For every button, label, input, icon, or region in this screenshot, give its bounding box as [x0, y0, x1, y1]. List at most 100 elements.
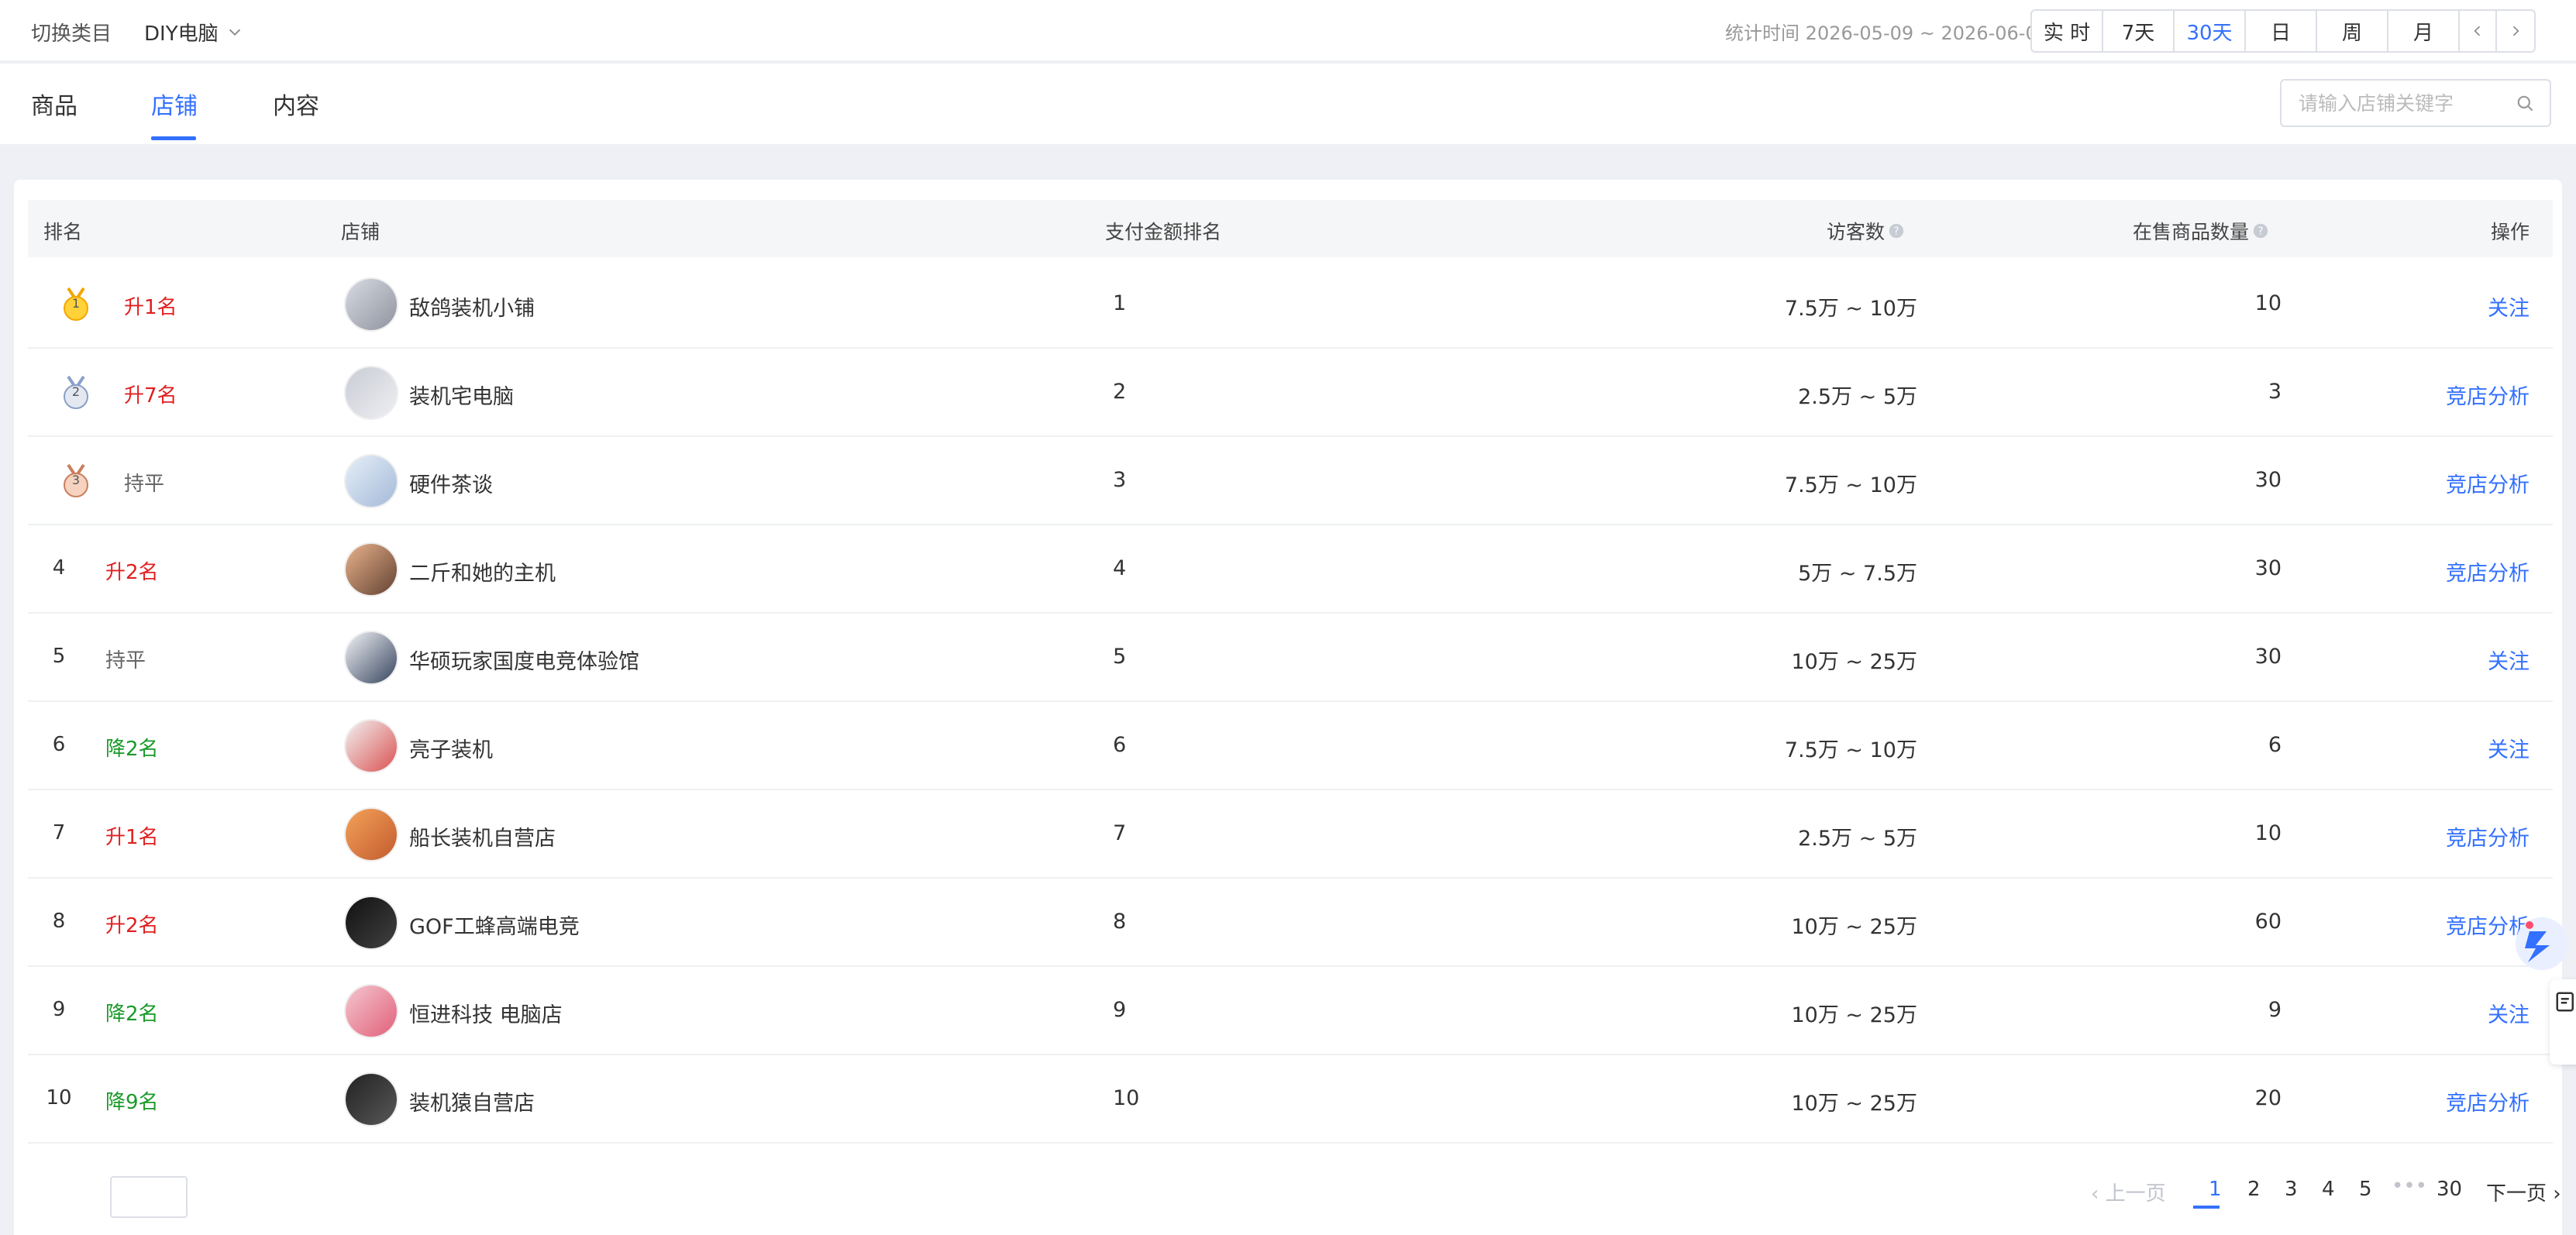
shop-avatar[interactable] — [344, 542, 398, 597]
row-action-link[interactable]: 竞店分析 — [2446, 380, 2530, 410]
shop-name[interactable]: 恒进科技 电脑店 — [409, 998, 563, 1028]
next-page-button[interactable]: 下一页 › — [2486, 1178, 2561, 1206]
chevron-right-icon — [2512, 26, 2519, 36]
header-action: 操作 — [2490, 221, 2530, 243]
table-row: 1 升1名 敌鸽装机小铺 1 7.5万 ~ 10万 10 关注 — [28, 260, 2553, 349]
help-icon[interactable]: ? — [2252, 222, 2269, 239]
shop-avatar[interactable] — [344, 366, 398, 420]
row-action-link[interactable]: 关注 — [2488, 291, 2530, 322]
header-rank: 排名 — [43, 221, 83, 243]
shop-search-input[interactable] — [2299, 88, 2500, 118]
goods-count: 6 — [2268, 733, 2282, 757]
next-period-button[interactable] — [2497, 11, 2534, 51]
goods-count: 30 — [2254, 556, 2282, 580]
pay-rank: 10 — [1113, 1086, 1140, 1110]
table-header: 排名 店铺 支付金额排名 访客数 ? 在售商品数量 ? 操作 — [28, 200, 2553, 257]
range-30d-button[interactable]: 30天 — [2175, 11, 2246, 51]
visitor-count: 10万 ~ 25万 — [1791, 915, 1917, 939]
header-visitors-label: 访客数 — [1826, 221, 1885, 243]
rank-change: 降2名 — [105, 738, 159, 761]
page-1[interactable]: 1 — [2209, 1178, 2222, 1201]
page-3[interactable]: 3 — [2285, 1178, 2298, 1201]
pay-rank: 8 — [1113, 910, 1127, 934]
row-action-link[interactable]: 关注 — [2488, 998, 2530, 1028]
visitor-count: 10万 ~ 25万 — [1791, 1092, 1917, 1116]
feedback-button[interactable] — [2550, 979, 2576, 1065]
pay-rank: 9 — [1113, 998, 1127, 1022]
pay-rank: 7 — [1113, 821, 1127, 845]
shop-avatar[interactable] — [344, 984, 398, 1038]
shop-name[interactable]: 亮子装机 — [409, 733, 493, 763]
rank-change: 升7名 — [124, 384, 177, 408]
page-2[interactable]: 2 — [2247, 1178, 2261, 1201]
current-page-underline — [2193, 1206, 2220, 1209]
search-icon[interactable] — [2516, 94, 2536, 114]
page-ellipsis[interactable]: ••• — [2392, 1175, 2427, 1198]
visitor-count: 2.5万 ~ 5万 — [1798, 827, 1917, 851]
row-action-link[interactable]: 关注 — [2488, 645, 2530, 675]
header-pay-rank[interactable]: 支付金额排名 — [1105, 217, 1221, 245]
range-week-button[interactable]: 周 — [2317, 11, 2388, 51]
shop-name[interactable]: 华硕玩家国度电竞体验馆 — [409, 645, 639, 675]
range-day-button[interactable]: 日 — [2246, 11, 2317, 51]
shop-avatar[interactable] — [344, 1072, 398, 1127]
tab-content[interactable]: 内容 — [273, 87, 319, 121]
row-action-link[interactable]: 竞店分析 — [2446, 468, 2530, 498]
rank-number: 4 — [52, 556, 66, 580]
switch-category-label[interactable]: 切换类目 — [31, 18, 112, 46]
rank-number: 10 — [46, 1086, 72, 1109]
page-size-select[interactable] — [110, 1176, 188, 1218]
header-goods-label: 在售商品数量 — [2132, 221, 2249, 243]
goods-count: 20 — [2254, 1086, 2282, 1110]
svg-text:?: ? — [1894, 226, 1899, 238]
range-realtime-button[interactable]: 实 时 — [2032, 11, 2103, 51]
prev-page-button[interactable]: ‹ 上一页 — [2091, 1178, 2166, 1206]
shop-avatar[interactable] — [344, 277, 398, 332]
shop-avatar[interactable] — [344, 719, 398, 773]
rank-number: 5 — [52, 645, 66, 668]
shop-name[interactable]: 硬件茶谈 — [409, 468, 493, 498]
feedback-icon — [2556, 992, 2574, 1012]
shop-name[interactable]: 二斤和她的主机 — [409, 556, 556, 587]
shop-name[interactable]: 装机猿自营店 — [409, 1086, 535, 1116]
medal-rank-number: 2 — [71, 384, 81, 399]
pay-rank: 5 — [1113, 645, 1127, 669]
time-range-group: 实 时 7天 30天 日 周 月 — [2030, 9, 2536, 53]
row-action-link[interactable]: 竞店分析 — [2446, 556, 2530, 587]
row-action-link[interactable]: 竞店分析 — [2446, 821, 2530, 851]
goods-count: 10 — [2254, 821, 2282, 845]
shop-avatar[interactable] — [344, 807, 398, 862]
shop-avatar[interactable] — [344, 631, 398, 685]
table-row: 4 升2名 二斤和她的主机 4 5万 ~ 7.5万 30 竞店分析 — [28, 525, 2553, 614]
page-last[interactable]: 30 — [2437, 1178, 2462, 1201]
range-7d-button[interactable]: 7天 — [2103, 11, 2175, 51]
stat-time: 统计时间 2026-05-09 ~ 2026-06-07 — [1725, 22, 2049, 44]
help-icon[interactable]: ? — [1888, 222, 1905, 239]
shop-avatar[interactable] — [344, 896, 398, 950]
category-dropdown[interactable]: DIY电脑 — [144, 18, 243, 46]
tab-products[interactable]: 商品 — [31, 87, 77, 121]
pay-rank: 3 — [1113, 468, 1127, 492]
header-shop: 店铺 — [341, 221, 381, 243]
tab-shops[interactable]: 店铺 — [151, 87, 198, 121]
rank-number: 8 — [52, 910, 66, 933]
visitor-count: 7.5万 ~ 10万 — [1784, 297, 1917, 321]
table-row: 7 升1名 船长装机自营店 7 2.5万 ~ 5万 10 竞店分析 — [28, 790, 2553, 879]
shop-name[interactable]: GOF工蜂高端电竞 — [409, 910, 580, 940]
page-4[interactable]: 4 — [2322, 1178, 2335, 1201]
prev-period-button[interactable] — [2460, 11, 2497, 51]
shop-name[interactable]: 敌鸽装机小铺 — [409, 291, 535, 322]
page-5[interactable]: 5 — [2359, 1178, 2372, 1201]
pay-rank: 2 — [1113, 380, 1127, 404]
shop-avatar[interactable] — [344, 454, 398, 508]
shop-name[interactable]: 船长装机自营店 — [409, 821, 556, 851]
rank-change: 降9名 — [105, 1091, 159, 1114]
range-month-button[interactable]: 月 — [2388, 11, 2460, 51]
shop-name[interactable]: 装机宅电脑 — [409, 380, 514, 410]
row-action-link[interactable]: 关注 — [2488, 733, 2530, 763]
chevron-left-icon — [2474, 26, 2481, 36]
ai-assistant-icon[interactable] — [2506, 914, 2576, 973]
top-bar: 切换类目 DIY电脑 统计时间 2026-05-09 ~ 2026-06-07 … — [0, 0, 2576, 62]
row-action-link[interactable]: 竞店分析 — [2446, 1086, 2530, 1116]
visitor-count: 5万 ~ 7.5万 — [1798, 562, 1917, 586]
